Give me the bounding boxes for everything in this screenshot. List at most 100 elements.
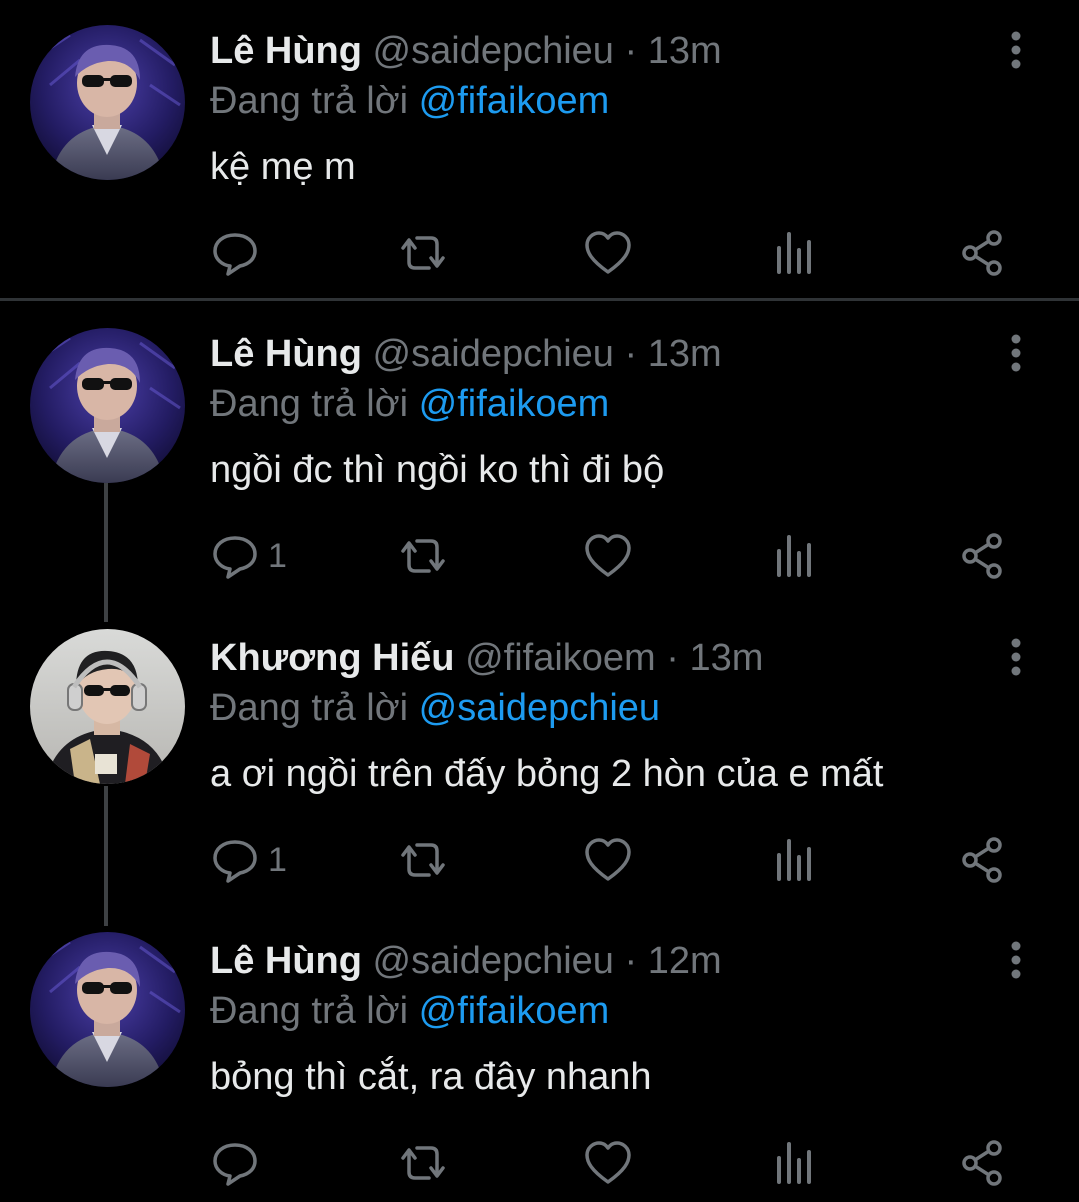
like-icon xyxy=(585,534,631,577)
separator: · xyxy=(624,940,638,982)
reply-button[interactable]: 1 xyxy=(210,528,287,584)
more-icon xyxy=(1011,31,1021,69)
display-name[interactable]: Lê Hùng xyxy=(210,333,362,375)
more-options-button[interactable] xyxy=(1002,940,1030,980)
more-icon xyxy=(1011,941,1021,979)
retweet-button[interactable] xyxy=(395,832,451,888)
display-name[interactable]: Khương Hiếu xyxy=(210,637,455,679)
action-bar xyxy=(210,1135,1030,1191)
replying-to: Đang trả lời @fifaikoem xyxy=(210,988,609,1034)
separator: · xyxy=(624,30,638,72)
like-icon xyxy=(585,231,631,274)
avatar-le-hung xyxy=(30,25,185,180)
reply-icon xyxy=(213,1143,257,1186)
like-icon xyxy=(585,1141,631,1184)
mention-link[interactable]: @fifaikoem xyxy=(419,990,610,1032)
tweet[interactable]: Lê Hùng @saidepchieu · 12m Đang trả lời … xyxy=(0,910,1079,1202)
reply-icon xyxy=(213,536,257,579)
separator: · xyxy=(666,637,679,679)
share-button[interactable] xyxy=(960,225,1006,281)
timestamp[interactable]: 13m xyxy=(648,333,722,375)
share-icon xyxy=(962,230,1002,276)
replying-to-label: Đang trả lời xyxy=(210,383,409,425)
mention-link[interactable]: @fifaikoem xyxy=(419,383,610,425)
mention-link[interactable]: @fifaikoem xyxy=(419,80,610,122)
tweet[interactable]: Khương Hiếu @fifaikoem · 13m Đang trả lờ… xyxy=(0,607,1079,910)
avatar[interactable] xyxy=(30,629,185,784)
like-button[interactable] xyxy=(583,225,633,281)
timestamp[interactable]: 13m xyxy=(690,637,764,679)
user-handle[interactable]: @fifaikoem xyxy=(465,637,656,679)
retweet-button[interactable] xyxy=(395,528,451,584)
retweet-icon xyxy=(401,843,445,877)
more-options-button[interactable] xyxy=(1002,333,1030,373)
avatar[interactable] xyxy=(30,932,185,1087)
views-button[interactable] xyxy=(775,528,815,584)
views-button[interactable] xyxy=(775,1135,815,1191)
separator: · xyxy=(624,333,638,375)
avatar[interactable] xyxy=(30,328,185,483)
tweet[interactable]: Lê Hùng @saidepchieu · 13m Đang trả lời … xyxy=(0,303,1079,606)
like-button[interactable] xyxy=(583,528,633,584)
share-icon xyxy=(962,533,1002,579)
action-bar: 1 xyxy=(210,832,1030,888)
tweet-text: bỏng thì cắt, ra đây nhanh xyxy=(210,1056,652,1098)
tweet-header: Khương Hiếu @fifaikoem · 13m xyxy=(210,635,763,681)
views-button[interactable] xyxy=(775,225,815,281)
avatar-le-hung xyxy=(30,328,185,483)
more-options-button[interactable] xyxy=(1002,30,1030,70)
replying-to: Đang trả lời @saidepchieu xyxy=(210,685,660,731)
retweet-button[interactable] xyxy=(395,225,451,281)
action-bar: 1 xyxy=(210,528,1030,584)
replying-to: Đang trả lời @fifaikoem xyxy=(210,381,609,427)
reply-button[interactable] xyxy=(210,1135,268,1191)
like-button[interactable] xyxy=(583,832,633,888)
views-icon xyxy=(777,232,811,274)
tweet-text: kệ mẹ m xyxy=(210,146,356,188)
tweet-text: ngồi đc thì ngồi ko thì đi bộ xyxy=(210,449,665,491)
avatar-le-hung xyxy=(30,932,185,1087)
avatar-khuong-hieu xyxy=(30,629,185,784)
display-name[interactable]: Lê Hùng xyxy=(210,940,362,982)
share-icon xyxy=(962,837,1002,883)
tweet-header: Lê Hùng @saidepchieu · 13m xyxy=(210,331,722,377)
timestamp[interactable]: 12m xyxy=(648,940,722,982)
views-button[interactable] xyxy=(775,832,815,888)
reply-icon xyxy=(213,840,257,883)
divider xyxy=(0,298,1079,301)
more-icon xyxy=(1011,638,1021,676)
tweet-text: a ơi ngồi trên đấy bỏng 2 hòn của e mất xyxy=(210,753,884,795)
replying-to: Đang trả lời @fifaikoem xyxy=(210,78,609,124)
tweet-header: Lê Hùng @saidepchieu · 12m xyxy=(210,938,722,984)
reply-count: 1 xyxy=(268,536,287,575)
like-icon xyxy=(585,838,631,881)
replying-to-label: Đang trả lời xyxy=(210,80,409,122)
avatar[interactable] xyxy=(30,25,185,180)
more-icon xyxy=(1011,334,1021,372)
retweet-icon xyxy=(401,1146,445,1180)
replying-to-label: Đang trả lời xyxy=(210,990,409,1032)
reply-button[interactable]: 1 xyxy=(210,832,287,888)
timestamp[interactable]: 13m xyxy=(648,30,722,72)
display-name[interactable]: Lê Hùng xyxy=(210,30,362,72)
tweet[interactable]: Lê Hùng @saidepchieu · 13m Đang trả lời … xyxy=(0,0,1079,301)
share-button[interactable] xyxy=(960,1135,1006,1191)
views-icon xyxy=(777,1142,811,1184)
user-handle[interactable]: @saidepchieu xyxy=(373,940,614,982)
tweet-header: Lê Hùng @saidepchieu · 13m xyxy=(210,28,722,74)
user-handle[interactable]: @saidepchieu xyxy=(373,30,614,72)
more-options-button[interactable] xyxy=(1002,637,1030,677)
reply-button[interactable] xyxy=(210,225,268,281)
retweet-icon xyxy=(401,539,445,573)
reply-icon xyxy=(213,233,257,276)
mention-link[interactable]: @saidepchieu xyxy=(419,687,660,729)
retweet-button[interactable] xyxy=(395,1135,451,1191)
user-handle[interactable]: @saidepchieu xyxy=(373,333,614,375)
share-button[interactable] xyxy=(960,832,1006,888)
share-icon xyxy=(962,1140,1002,1186)
views-icon xyxy=(777,839,811,881)
like-button[interactable] xyxy=(583,1135,633,1191)
share-button[interactable] xyxy=(960,528,1006,584)
views-icon xyxy=(777,535,811,577)
retweet-icon xyxy=(401,236,445,270)
